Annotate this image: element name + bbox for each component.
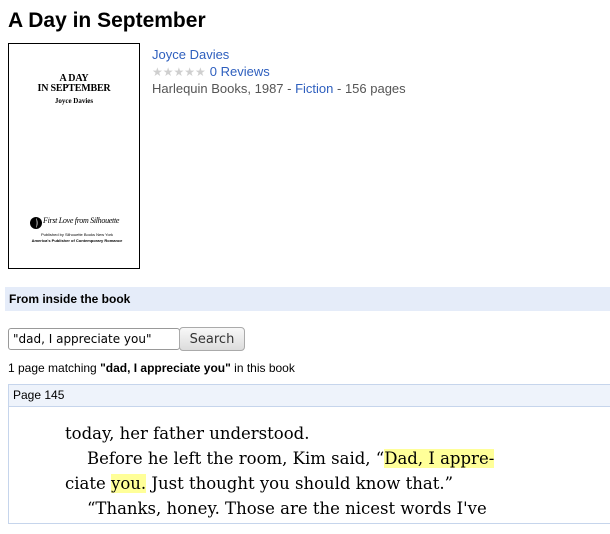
cover-author: Joyce Davies	[54, 97, 94, 105]
silhouette-logo-icon	[30, 217, 42, 229]
page-snippet: today, her father understood. Before he …	[65, 421, 535, 521]
search-button[interactable]: Search	[179, 327, 245, 351]
highlight-text: you.	[111, 474, 147, 493]
page-label[interactable]: Page 145	[9, 385, 610, 407]
snippet-line-4: “Thanks, honey. Those are the nicest wor…	[87, 499, 487, 518]
publisher-info: Harlequin Books, 1987 -	[152, 81, 296, 96]
snippet-text: Just thought you should know that.”	[146, 474, 454, 493]
genre-link[interactable]: Fiction	[295, 81, 333, 96]
match-suffix: in this book	[230, 361, 295, 375]
highlight-text: Dad, I appre-	[384, 449, 495, 468]
snippet-text: Before he left the room, Kim said, “	[87, 449, 385, 468]
snippet-line-1: today, her father understood.	[65, 424, 310, 443]
cover-imprint: First Love from Silhouette	[43, 216, 120, 225]
reviews-link[interactable]: 0 Reviews	[210, 64, 270, 79]
result-page-panel[interactable]: Page 145 today, her father understood. B…	[8, 384, 610, 524]
match-prefix: 1 page matching	[8, 361, 101, 375]
book-cover[interactable]: A DAY IN SEPTEMBER Joyce Davies First Lo…	[8, 43, 140, 269]
match-summary: 1 page matching "dad, I appreciate you" …	[8, 361, 295, 375]
section-header: From inside the book	[5, 287, 610, 311]
author-link[interactable]: Joyce Davies	[152, 47, 229, 62]
snippet-text: ciate	[65, 474, 111, 493]
section-heading: From inside the book	[9, 292, 131, 306]
rating-stars-icon: ★★★★★	[152, 65, 206, 79]
cover-title: A DAY IN SEPTEMBER	[9, 74, 139, 94]
page-count: - 156 pages	[333, 81, 406, 96]
cover-title-line2: IN SEPTEMBER	[37, 83, 111, 94]
book-title: A Day in September	[8, 9, 206, 32]
snippet-line-2: Before he left the room, Kim said, “Dad,…	[65, 446, 535, 471]
cover-tagline: America's Publisher of Contemporary Roma…	[31, 238, 123, 243]
search-input[interactable]	[8, 328, 180, 350]
match-query: "dad, I appreciate you"	[100, 361, 231, 375]
snippet-line-3: ciate you. Just thought you should know …	[65, 471, 535, 496]
cover-publisher-line: Published by Silhouette Books New York	[40, 232, 114, 237]
book-meta: Joyce Davies ★★★★★ 0 Reviews Harlequin Bo…	[152, 46, 406, 97]
